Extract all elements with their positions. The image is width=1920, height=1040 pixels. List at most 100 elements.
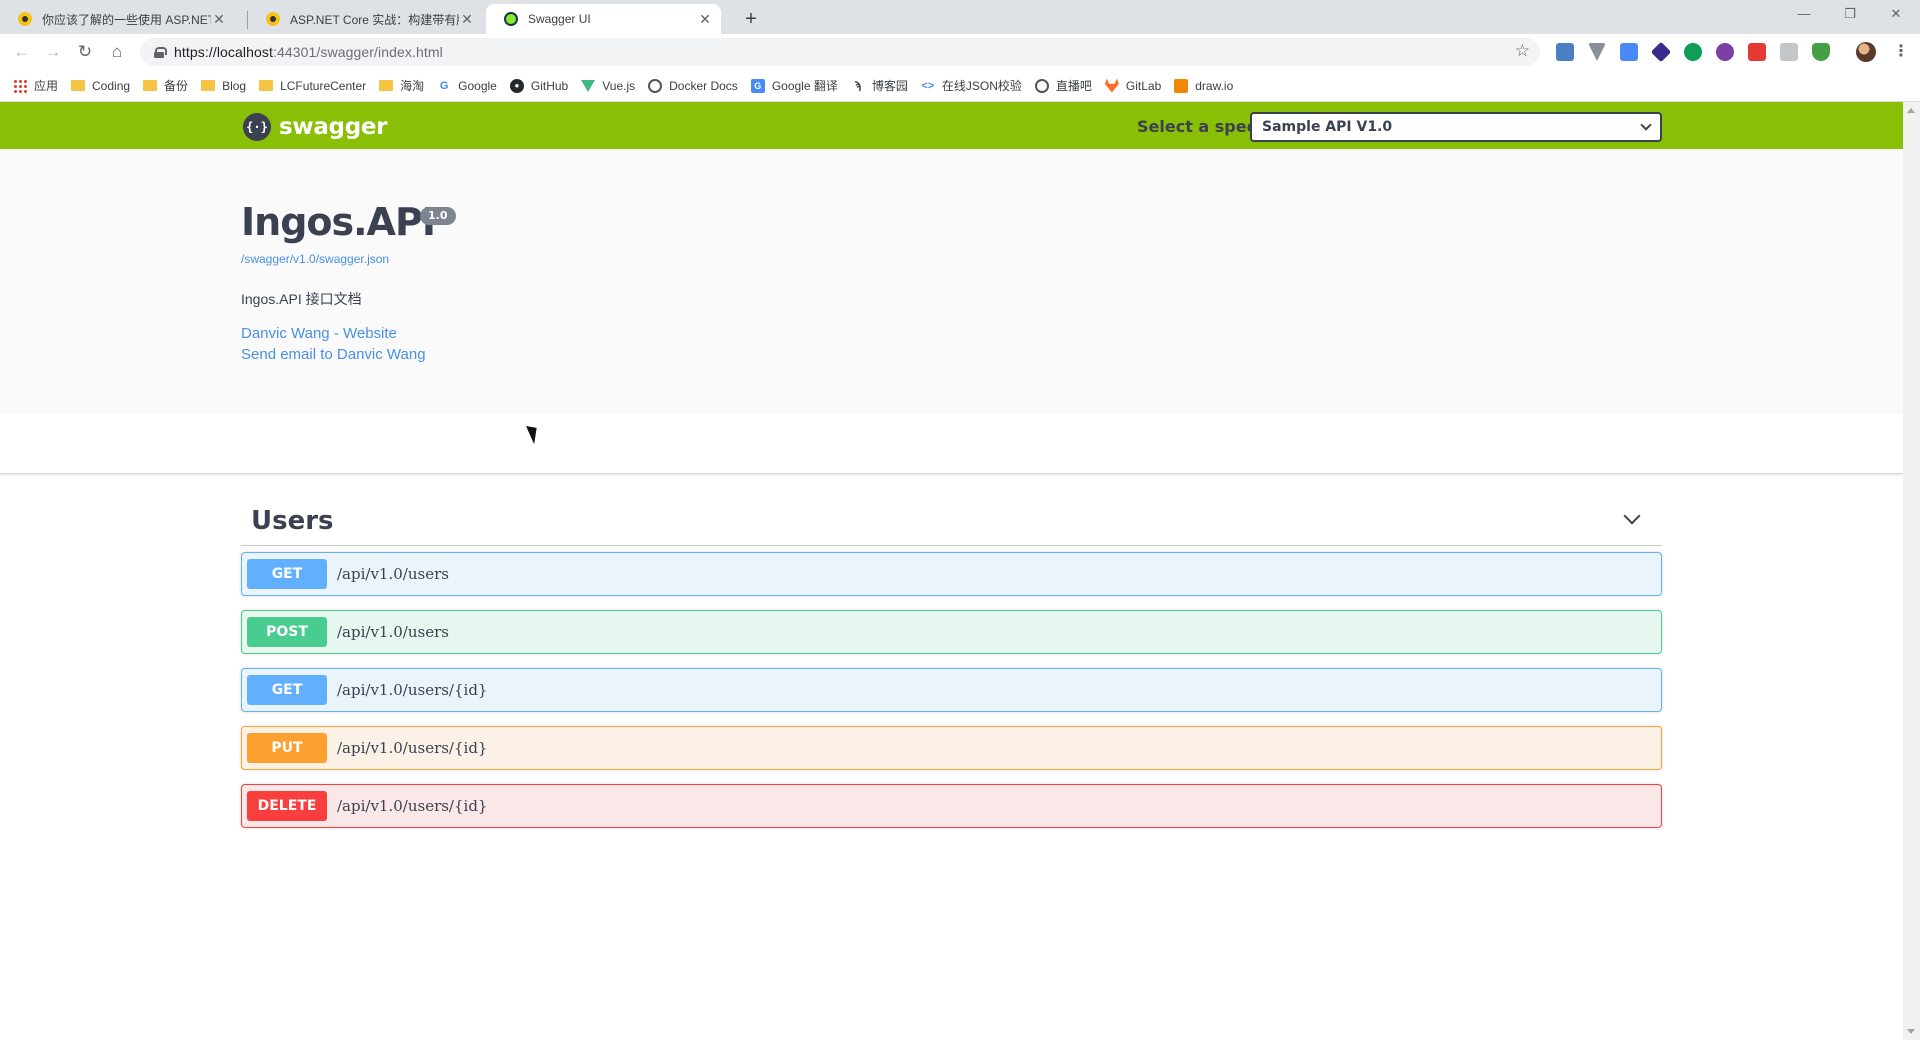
bookmark-label: GitLab	[1125, 78, 1162, 93]
extension-evernote-icon[interactable]	[1684, 43, 1702, 61]
extension-grey-icon[interactable]	[1780, 43, 1798, 61]
operation-get[interactable]: GET/api/v1.0/users/{id}	[241, 668, 1662, 712]
bookmark-label: GitHub	[530, 78, 569, 93]
bookmark-item[interactable]: <> 在线JSON校验	[921, 77, 1021, 94]
url-path: :44301/swagger/index.html	[272, 44, 443, 60]
close-tab-icon[interactable]: ✕	[459, 11, 475, 28]
bookmark-label: LCFutureCenter	[280, 78, 367, 93]
home-icon[interactable]: ⌂	[104, 39, 130, 65]
swagger-topbar: {·} swagger Select a spec Sample API V1.…	[0, 102, 1903, 149]
browser-menu-icon[interactable]: ⋮	[1893, 40, 1909, 64]
google-translate-icon: G	[750, 78, 765, 93]
bookmark-item[interactable]: 直播吧	[1034, 77, 1092, 94]
profile-avatar[interactable]	[1856, 42, 1876, 62]
http-method-badge: GET	[247, 675, 327, 705]
swagger-logo[interactable]: {·} swagger	[243, 113, 388, 141]
forward-arrow-icon[interactable]: →	[40, 39, 66, 65]
bookmark-label: 直播吧	[1055, 79, 1092, 93]
contact-website-link[interactable]: Danvic Wang - Website	[241, 325, 397, 342]
tab-title: Swagger UI	[528, 12, 591, 26]
vertical-scrollbar[interactable]	[1903, 102, 1920, 1040]
bookmark-item[interactable]: Vue.js	[581, 79, 635, 93]
google-icon: G	[439, 79, 449, 92]
bookmark-label: 博客园	[871, 79, 908, 93]
extension-vue-devtools-icon[interactable]	[1588, 43, 1606, 61]
bookmark-item[interactable]: 海淘	[379, 77, 424, 94]
operation-path: /api/v1.0/users/{id}	[337, 797, 488, 815]
contact-email-link[interactable]: Send email to Danvic Wang	[241, 346, 426, 363]
extension-shield-icon[interactable]	[1812, 43, 1830, 61]
bookmark-item[interactable]: ϡ 博客园	[851, 77, 908, 94]
swagger-json-link[interactable]: /swagger/v1.0/swagger.json	[241, 252, 389, 266]
restore-window-icon[interactable]: ❐	[1827, 0, 1873, 30]
tag-header[interactable]: Users	[241, 484, 1662, 546]
extension-sync-icon[interactable]	[1556, 43, 1574, 61]
browser-tab[interactable]: ASP.NET Core 实战：构建带有版 ✕	[248, 4, 483, 34]
address-bar[interactable]: https://localhost:44301/swagger/index.ht…	[140, 38, 1540, 66]
minimize-window-icon[interactable]: —	[1781, 0, 1827, 30]
spec-select[interactable]: Sample API V1.0	[1250, 112, 1662, 142]
drawio-icon	[1174, 78, 1189, 93]
tag-name: Users	[251, 506, 334, 536]
extension-gem-icon[interactable]	[1650, 41, 1672, 63]
cnblogs-favicon-icon	[18, 12, 32, 26]
http-method-badge: DELETE	[247, 791, 327, 821]
bookmark-item[interactable]: Blog	[201, 79, 246, 93]
version-badge: 1.0	[420, 207, 456, 225]
chevron-down-icon[interactable]	[1623, 507, 1641, 525]
bookmark-label: draw.io	[1195, 78, 1234, 93]
bookmark-item[interactable]: ● GitHub	[509, 78, 569, 93]
http-method-badge: GET	[247, 559, 327, 589]
close-window-icon[interactable]: ✕	[1873, 0, 1919, 30]
operation-path: /api/v1.0/users	[337, 565, 449, 583]
bookmark-label: 备份	[164, 79, 189, 93]
swagger-logo-icon: {·}	[243, 113, 271, 141]
bookmark-item[interactable]: Coding	[71, 79, 130, 93]
bookmark-label: Google	[458, 78, 497, 93]
bookmark-label: Blog	[222, 78, 247, 93]
scroll-down-arrow-icon[interactable]	[1907, 1029, 1915, 1034]
folder-icon	[71, 80, 86, 91]
close-tab-icon[interactable]: ✕	[697, 11, 713, 28]
operation-post[interactable]: POST/api/v1.0/users	[241, 610, 1662, 654]
bookmark-label: Docker Docs	[669, 78, 738, 93]
bookmark-item[interactable]: G Google 翻译	[750, 77, 838, 94]
bookmark-star-icon[interactable]: ☆	[1515, 41, 1530, 61]
lock-icon[interactable]	[154, 46, 167, 58]
operation-put[interactable]: PUT/api/v1.0/users/{id}	[241, 726, 1662, 770]
globe-icon	[648, 78, 663, 93]
api-info-section: Ingos.API 1.0 /swagger/v1.0/swagger.json…	[0, 149, 1903, 413]
bookmark-item[interactable]: draw.io	[1174, 78, 1234, 93]
folder-icon	[143, 80, 158, 91]
bookmark-item[interactable]: Docker Docs	[648, 78, 738, 93]
cnblogs-icon: ϡ	[854, 79, 862, 92]
operation-path: /api/v1.0/users/{id}	[337, 739, 488, 757]
operation-get[interactable]: GET/api/v1.0/users	[241, 552, 1662, 596]
operation-delete[interactable]: DELETE/api/v1.0/users/{id}	[241, 784, 1662, 828]
bookmark-item[interactable]: GitLab	[1104, 78, 1162, 93]
swagger-brand-text: swagger	[279, 114, 388, 140]
close-tab-icon[interactable]: ✕	[211, 11, 227, 28]
bookmark-item[interactable]: LCFutureCenter	[259, 79, 366, 93]
tab-title: ASP.NET Core 实战：构建带有版	[290, 12, 459, 27]
bookmark-item[interactable]: G Google	[437, 79, 497, 93]
browser-tab-strip: 你应该了解的一些使用 ASP.NET ✕ ASP.NET Core 实战：构建带…	[0, 0, 1920, 34]
back-arrow-icon[interactable]: ←	[9, 39, 35, 65]
new-tab-button[interactable]: +	[737, 6, 765, 32]
extension-translate-icon[interactable]	[1620, 43, 1638, 61]
extension-fe-icon[interactable]	[1748, 43, 1766, 61]
reload-icon[interactable]: ↻	[72, 39, 98, 65]
folder-icon	[259, 80, 274, 91]
swagger-page: {·} swagger Select a spec Sample API V1.…	[0, 102, 1903, 1040]
schemes-container	[0, 413, 1903, 474]
url-text[interactable]: https://localhost:44301/swagger/index.ht…	[174, 44, 443, 60]
scroll-up-arrow-icon[interactable]	[1907, 108, 1915, 113]
bookmark-item[interactable]: 应用	[13, 77, 58, 94]
browser-tab-active[interactable]: Swagger UI ✕	[486, 4, 721, 34]
cnblogs-favicon-icon	[266, 12, 280, 26]
browser-tab[interactable]: 你应该了解的一些使用 ASP.NET ✕	[0, 4, 235, 34]
extension-purple-icon[interactable]	[1716, 43, 1734, 61]
bookmark-item[interactable]: 备份	[143, 77, 188, 94]
code-icon: <>	[921, 79, 935, 92]
select-spec-label: Select a spec	[1137, 117, 1257, 136]
